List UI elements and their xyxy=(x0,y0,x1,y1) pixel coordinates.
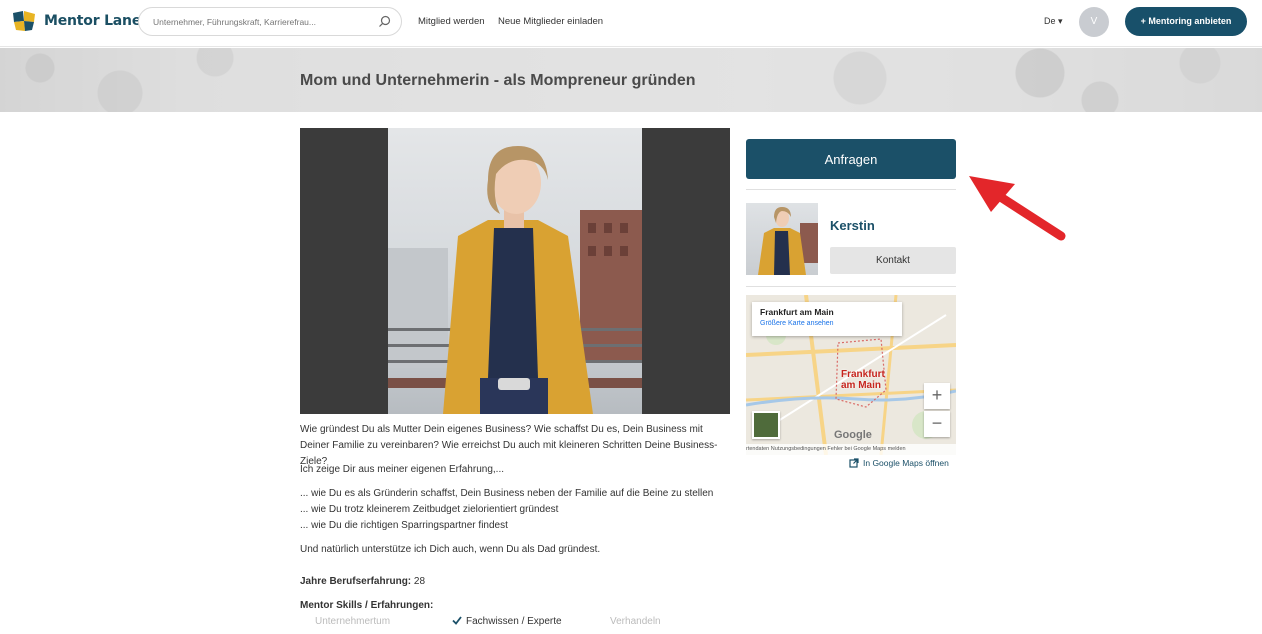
description-bullet: ... wie Du die richtigen Sparringspartne… xyxy=(300,520,508,531)
satellite-toggle[interactable] xyxy=(752,411,780,439)
divider xyxy=(746,286,956,287)
zoom-in-button[interactable]: + xyxy=(924,383,950,409)
divider xyxy=(746,189,956,190)
search-bar xyxy=(138,7,402,36)
skill-item: Fachwissen / Experte xyxy=(452,616,562,627)
map-card-title: Frankfurt am Main xyxy=(760,307,834,317)
description-bullet: ... wie Du es als Gründerin schaffst, De… xyxy=(300,488,714,499)
map-info-card: Frankfurt am Main Größere Karte ansehen xyxy=(752,302,902,336)
mentor-thumbnail[interactable] xyxy=(746,203,818,275)
mentor-photo xyxy=(388,128,642,414)
top-navigation-bar: Mentor Lane Mitglied werden Neue Mitglie… xyxy=(0,0,1262,47)
google-logo: Google xyxy=(834,429,872,441)
nav-link-mitglied-werden[interactable]: Mitglied werden xyxy=(418,16,485,27)
user-avatar[interactable]: V xyxy=(1079,7,1109,37)
skills-heading: Mentor Skills / Erfahrungen: xyxy=(300,600,434,611)
logo[interactable]: Mentor Lane xyxy=(10,9,141,33)
description-experience-intro: Ich zeige Dir aus meiner eigenen Erfahru… xyxy=(300,464,504,475)
nav-link-einladen[interactable]: Neue Mitglieder einladen xyxy=(498,16,603,27)
skill-item: Unternehmertum xyxy=(315,616,391,627)
description-bullets: ... wie Du es als Gründerin schaffst, De… xyxy=(300,486,730,534)
skill-item: Verhandeln xyxy=(610,616,661,627)
search-icon[interactable] xyxy=(378,15,391,28)
open-google-maps-link[interactable]: In Google Maps öffnen xyxy=(849,458,949,468)
description-outro: Und natürlich unterstütze ich Dich auch,… xyxy=(300,544,601,555)
request-button[interactable]: Anfragen xyxy=(746,139,956,179)
location-map[interactable]: Frankfurt am Main Größere Karte ansehen … xyxy=(746,295,956,455)
annotation-arrow-icon xyxy=(969,176,1066,241)
language-selector[interactable]: De ▾ xyxy=(1044,16,1063,27)
experience-value: 28 xyxy=(413,576,426,587)
logo-text: Mentor Lane xyxy=(44,13,142,29)
description-bullet: ... wie Du trotz kleinerem Zeitbudget zi… xyxy=(300,504,559,515)
offer-mentoring-button[interactable]: + Mentoring anbieten xyxy=(1125,7,1247,36)
page-title: Mom und Unternehmerin - als Mompreneur g… xyxy=(300,72,696,89)
experience-line: Jahre Berufserfahrung: 28 xyxy=(300,574,730,590)
title-banner: Mom und Unternehmerin - als Mompreneur g… xyxy=(0,48,1262,112)
map-footer[interactable]: rtendaten Nutzungsbedingungen Fehler bei… xyxy=(746,444,956,455)
external-link-icon xyxy=(849,458,859,468)
contact-button[interactable]: Kontakt xyxy=(830,247,956,274)
larger-map-link[interactable]: Größere Karte ansehen xyxy=(760,320,902,327)
logo-icon xyxy=(13,11,35,31)
zoom-out-button[interactable]: − xyxy=(924,411,950,437)
checkmark-icon xyxy=(452,616,462,625)
search-input[interactable] xyxy=(153,8,373,35)
experience-label: Jahre Berufserfahrung: xyxy=(300,576,412,587)
mentoring-image xyxy=(300,128,730,414)
map-city-label: Frankfurt am Main xyxy=(841,369,885,391)
mentor-name[interactable]: Kerstin xyxy=(830,218,875,233)
